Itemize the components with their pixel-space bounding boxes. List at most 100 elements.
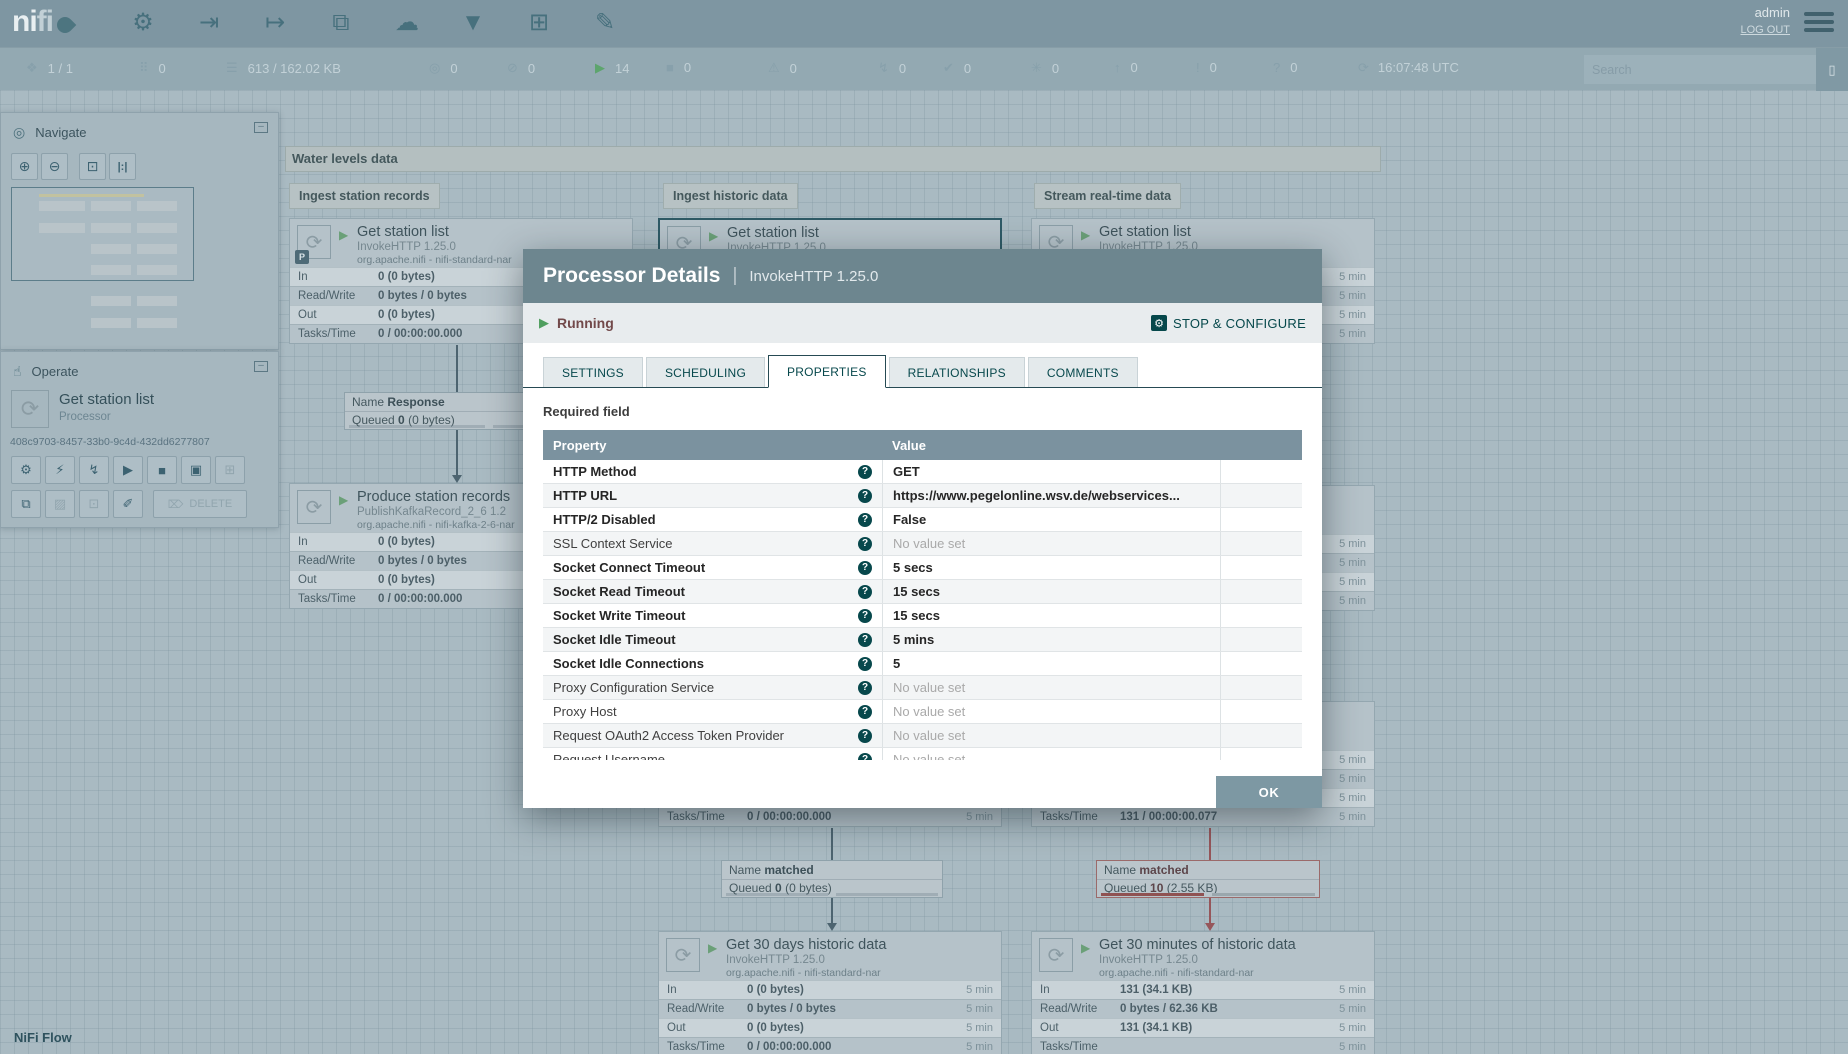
help-icon[interactable]: ? <box>858 680 872 695</box>
paste-button[interactable]: ▨ <box>45 490 75 518</box>
property-row[interactable]: HTTP Method ? GET <box>543 460 1302 484</box>
fill-color-button[interactable]: ✐ <box>113 490 143 518</box>
minimap-shape <box>137 296 177 306</box>
component-tool-icon[interactable]: ⊞ <box>524 8 554 38</box>
property-row[interactable]: Socket Idle Timeout ? 5 mins <box>543 628 1302 652</box>
help-icon[interactable]: ? <box>858 512 872 527</box>
zoom-out-button[interactable]: ⊖ <box>41 153 68 180</box>
property-row[interactable]: Socket Read Timeout ? 15 secs <box>543 580 1302 604</box>
help-icon[interactable]: ? <box>858 728 872 743</box>
zoom-fit-button[interactable]: ⊡ <box>79 153 106 180</box>
dialog-tab[interactable]: COMMENTS <box>1027 357 1138 387</box>
refresh-icon[interactable]: ⟳ <box>1358 60 1369 76</box>
breadcrumb[interactable]: NiFi Flow <box>14 1030 72 1045</box>
stop-button[interactable]: ■ <box>147 456 177 484</box>
help-icon[interactable]: ? <box>858 608 872 623</box>
component-tool-icon[interactable]: ▼ <box>458 8 488 38</box>
component-tool-icon[interactable]: ↦ <box>260 8 290 38</box>
status-stat: ◎ 0 <box>429 60 458 76</box>
help-icon[interactable]: ? <box>858 752 872 760</box>
canvas-label-group[interactable]: Ingest station records <box>289 183 440 209</box>
component-tool-icon[interactable]: ☁ <box>392 8 422 38</box>
stop-configure-icon: ⚙ <box>1151 315 1168 331</box>
running-status-icon: ▶ <box>709 229 719 243</box>
logout-link[interactable]: LOG OUT <box>1740 22 1790 38</box>
collapse-icon[interactable]: – <box>254 122 268 133</box>
property-row[interactable]: Socket Connect Timeout ? 5 secs <box>543 556 1302 580</box>
property-name: Socket Write Timeout <box>553 608 686 623</box>
component-tool-icon[interactable]: ⚙ <box>128 8 158 38</box>
minimap-shape <box>137 318 177 328</box>
connection-label-matched-backpressure[interactable]: Name matched Queued 10 (2.55 KB) <box>1096 860 1320 898</box>
disable-button[interactable]: ↯ <box>79 456 109 484</box>
component-tool-icon[interactable]: ✎ <box>590 8 620 38</box>
canvas-label-water-levels[interactable]: Water levels data <box>285 146 1381 172</box>
connection-label-matched[interactable]: Name matched Queued 0 (0 bytes) <box>721 860 943 898</box>
dialog-status-row: ▶ Running ⚙ STOP & CONFIGURE <box>523 303 1322 343</box>
canvas-label-group[interactable]: Stream real-time data <box>1034 183 1182 209</box>
ok-button[interactable]: OK <box>1216 776 1322 808</box>
dialog-tab[interactable]: PROPERTIES <box>768 355 886 388</box>
help-icon[interactable]: ? <box>858 632 872 647</box>
minimap-shape <box>91 244 131 254</box>
dialog-tab[interactable]: SCHEDULING <box>645 357 766 387</box>
property-row[interactable]: Request Username ? No value set <box>543 748 1302 760</box>
nifi-logo: ni fi <box>12 5 77 39</box>
delete-button[interactable]: ⌦ DELETE <box>153 490 247 518</box>
property-row[interactable]: Socket Write Timeout ? 15 secs <box>543 604 1302 628</box>
help-icon[interactable]: ? <box>858 704 872 719</box>
last-refresh-time: 16:07:48 UTC <box>1377 60 1459 75</box>
status-stat: ⚠ 0 <box>768 60 797 76</box>
global-menu-icon[interactable] <box>1804 12 1834 36</box>
processor-get-30-days-historic-data[interactable]: ⟳ ▶ Get 30 days historic data InvokeHTTP… <box>658 931 1002 1054</box>
property-row[interactable]: HTTP URL ? https://www.pegelonline.wsv.d… <box>543 484 1302 508</box>
help-icon[interactable]: ? <box>858 488 872 503</box>
help-icon[interactable]: ? <box>858 584 872 599</box>
dialog-tab[interactable]: SETTINGS <box>543 357 643 387</box>
component-tool-icon[interactable]: ⧉ <box>326 8 356 38</box>
property-row[interactable]: Proxy Host ? No value set <box>543 700 1302 724</box>
status-stat: ↑ 0 <box>1114 60 1138 75</box>
property-row[interactable]: Socket Idle Connections ? 5 <box>543 652 1302 676</box>
component-tool-icon[interactable]: ⇥ <box>194 8 224 38</box>
copy-button[interactable]: ⧉ <box>11 490 41 518</box>
help-icon[interactable]: ? <box>858 560 872 575</box>
zoom-in-button[interactable]: ⊕ <box>11 153 38 180</box>
help-icon[interactable]: ? <box>858 656 872 671</box>
search-input[interactable] <box>1584 55 1816 84</box>
property-row[interactable]: Proxy Configuration Service ? No value s… <box>543 676 1302 700</box>
canvas-label-group[interactable]: Ingest historic data <box>663 183 798 209</box>
processor-icon: ⟳ <box>297 490 331 524</box>
properties-table-header: Property Value <box>543 430 1302 460</box>
dialog-title: Processor Details <box>543 264 721 287</box>
status-stat-value: 0 <box>1051 60 1060 76</box>
property-name: Request OAuth2 Access Token Provider <box>553 728 784 743</box>
backpressure-bars <box>726 893 938 896</box>
upload-template-button[interactable]: ⊞ <box>215 456 245 484</box>
status-stat: ☰ 613 / 162.02 KB <box>226 60 341 76</box>
collapse-icon[interactable]: – <box>254 361 268 372</box>
help-icon[interactable]: ? <box>858 464 872 479</box>
status-stat-icon: ! <box>1196 60 1200 75</box>
bulletin-panel-icon[interactable]: ▯ <box>1816 48 1848 91</box>
zoom-actual-size-button[interactable]: |:| <box>109 153 136 180</box>
processor-get-30-minutes-of-historic-data[interactable]: ⟳ ▶ Get 30 minutes of historic data Invo… <box>1031 931 1375 1054</box>
help-icon[interactable]: ? <box>858 536 872 551</box>
property-row[interactable]: HTTP/2 Disabled ? False <box>543 508 1302 532</box>
processor-icon: ⟳ <box>1039 938 1073 972</box>
status-stat-value: 0 <box>450 60 458 76</box>
stop-and-configure-button[interactable]: ⚙ STOP & CONFIGURE <box>1151 315 1306 331</box>
configure-button[interactable]: ⚙ <box>11 456 41 484</box>
property-row[interactable]: Request OAuth2 Access Token Provider ? N… <box>543 724 1302 748</box>
status-stat-value: 0 <box>683 60 692 75</box>
property-row[interactable]: SSL Context Service ? No value set <box>543 532 1302 556</box>
enable-button[interactable]: ⚡ <box>45 456 75 484</box>
status-stat-value: 0 <box>963 60 972 76</box>
backpressure-bars <box>1101 893 1315 896</box>
property-value: 5 <box>893 656 901 671</box>
start-button[interactable]: ▶ <box>113 456 143 484</box>
group-button[interactable]: ⊡ <box>79 490 109 518</box>
processor-icon: ⟳ <box>11 390 49 428</box>
create-template-button[interactable]: ▣ <box>181 456 211 484</box>
dialog-tab[interactable]: RELATIONSHIPS <box>888 357 1025 387</box>
